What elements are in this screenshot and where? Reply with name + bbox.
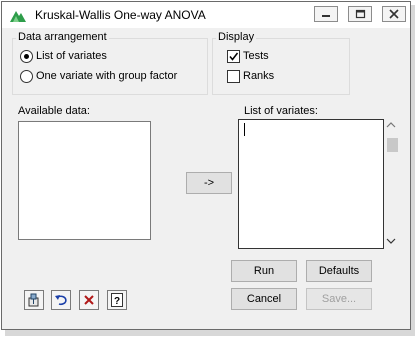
cancel-button[interactable]: Cancel <box>231 288 297 310</box>
text-cursor <box>244 123 245 136</box>
maximize-button[interactable] <box>348 6 372 22</box>
clear-button[interactable] <box>79 290 99 310</box>
list-of-variates-box[interactable] <box>238 119 398 249</box>
undo-button[interactable] <box>51 290 71 310</box>
minimize-button[interactable] <box>314 6 338 22</box>
pin-icon <box>28 293 39 307</box>
available-data-label: Available data: <box>18 105 90 117</box>
checkmark-icon <box>229 52 239 61</box>
dialog-window: Kruskal-Wallis One-way ANOVA Data arrang… <box>1 1 411 330</box>
radio-one-variate-group-factor-label[interactable]: One variate with group factor <box>36 70 177 82</box>
undo-icon <box>55 295 67 306</box>
help-icon: ? <box>111 293 123 307</box>
close-button[interactable] <box>382 6 406 22</box>
pin-button[interactable] <box>24 290 44 310</box>
transfer-button[interactable]: -> <box>186 172 232 194</box>
scrollbar-thumb[interactable] <box>387 138 398 152</box>
tests-checkbox[interactable] <box>227 50 240 63</box>
data-arrangement-group <box>12 38 208 95</box>
scroll-down-icon[interactable] <box>385 235 397 250</box>
minimize-icon <box>322 15 330 17</box>
help-button[interactable]: ? <box>107 290 127 310</box>
available-data-list[interactable] <box>18 121 151 240</box>
ranks-label[interactable]: Ranks <box>243 70 274 82</box>
window-title: Kruskal-Wallis One-way ANOVA <box>35 8 206 22</box>
list-of-variates-label: List of variates: <box>244 105 318 117</box>
defaults-button[interactable]: Defaults <box>306 260 372 282</box>
save-button[interactable]: Save... <box>306 288 372 310</box>
maximize-icon <box>355 9 366 19</box>
radio-list-of-variates-label[interactable]: List of variates <box>36 50 107 62</box>
run-button[interactable]: Run <box>231 260 297 282</box>
radio-one-variate-group-factor[interactable] <box>20 70 33 83</box>
svg-text:?: ? <box>114 296 120 307</box>
ranks-checkbox[interactable] <box>227 70 240 83</box>
scroll-up-icon[interactable] <box>385 119 397 134</box>
clear-icon <box>84 295 94 305</box>
data-arrangement-label: Data arrangement <box>16 31 109 43</box>
tests-label[interactable]: Tests <box>243 50 269 62</box>
radio-list-of-variates[interactable] <box>20 50 33 63</box>
close-icon <box>389 9 399 19</box>
title-bar[interactable]: Kruskal-Wallis One-way ANOVA <box>2 2 410 28</box>
display-label: Display <box>216 31 257 43</box>
display-group <box>212 38 350 95</box>
app-icon <box>9 8 27 23</box>
